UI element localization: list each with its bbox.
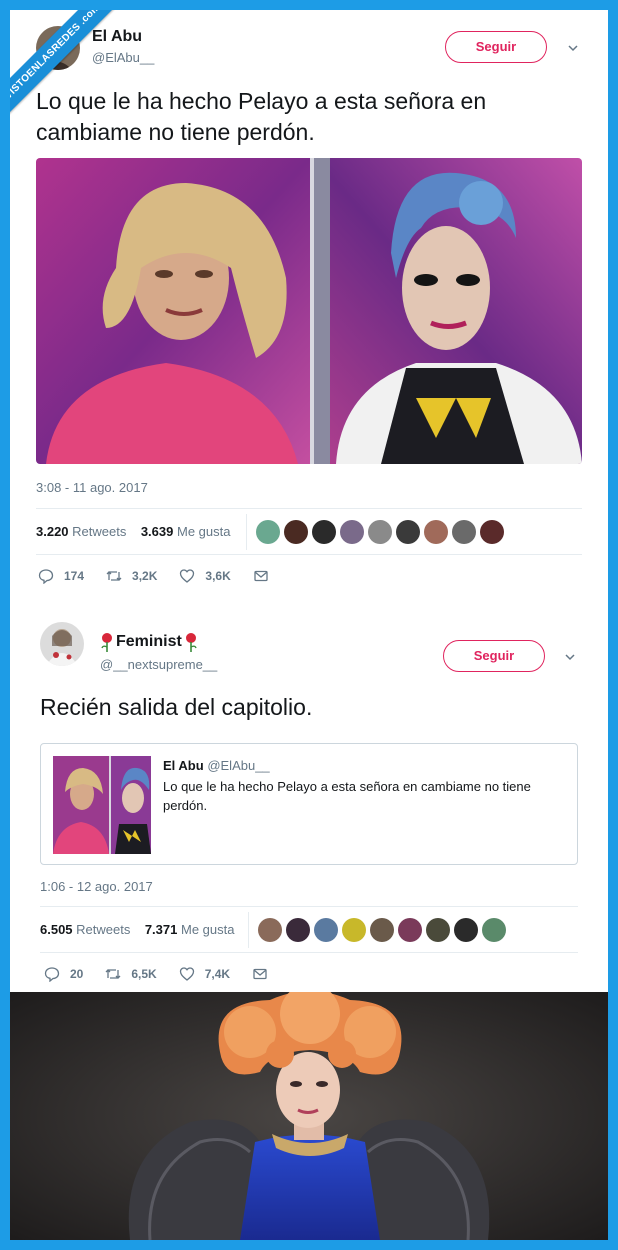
stats-separator [248,912,249,948]
user-name-row[interactable]: Feminist [100,632,198,652]
quoted-user-handle: @ElAbu__ [207,758,270,773]
liker-avatars [258,918,506,942]
retweet-button[interactable]: 3,2K [106,568,157,584]
liker-avatar[interactable] [396,520,420,544]
retweet-icon [106,571,122,581]
tweet-timestamp[interactable]: 3:08 - 11 ago. 2017 [36,480,148,495]
reply-button[interactable]: 20 [44,966,83,982]
stats-separator [246,514,247,550]
like-button[interactable]: 7,4K [179,966,230,982]
tweet-photo[interactable] [36,158,582,464]
liker-avatar[interactable] [314,918,338,942]
liker-avatar[interactable] [480,520,504,544]
follow-button[interactable]: Seguir [443,640,545,672]
avatar[interactable] [40,622,84,666]
quoted-text: Lo que le ha hecho Pelayo a esta señora … [163,779,531,813]
liker-avatar[interactable] [424,520,448,544]
retweet-icon [105,969,121,979]
liker-avatar[interactable] [370,918,394,942]
user-handle[interactable]: @__nextsupreme__ [100,657,217,672]
retweet-button[interactable]: 6,5K [105,966,157,982]
liker-avatar[interactable] [368,520,392,544]
chevron-down-icon[interactable] [563,650,577,664]
retweet-count: 6,5K [131,967,157,981]
user-name: Feminist [116,633,182,650]
retweet-count: 3,2K [132,569,158,583]
liker-avatar[interactable] [482,918,506,942]
divider [36,554,582,555]
liker-avatar[interactable] [342,918,366,942]
like-button[interactable]: 3,6K [179,568,231,584]
screenshot-sheet: VISTOENLASREDES .com El Abu @ElAbu__ Seg… [10,10,608,1240]
like-icon [179,967,194,981]
quoted-photo-image [53,756,151,854]
retweets-label: Retweets [72,524,127,539]
tweet-stats: 6.505 Retweets 7.371 Me gusta [40,922,234,937]
retweets-count: 3.220 [36,524,69,539]
bottom-photo [10,992,608,1240]
liker-avatar[interactable] [286,918,310,942]
quoted-tweet[interactable]: El Abu @ElAbu__ Lo que le ha hecho Pelay… [40,743,578,865]
watermark-text: VISTOENLASREDES .com [10,10,122,121]
retweets-stat[interactable]: 3.220 Retweets [36,524,126,539]
tweet-2: Feminist @__nextsupreme__ Seguir Recién … [10,600,608,992]
liker-avatar[interactable] [256,520,280,544]
message-icon [253,968,267,980]
quoted-user-name: El Abu [163,758,204,773]
tweet-text: Recién salida del capitolio. [40,694,313,720]
divider [40,952,578,953]
likes-stat[interactable]: 7.371 Me gusta [145,922,235,937]
divider [36,508,582,509]
divider [40,906,578,907]
tweet-actions: 174 3,2K 3,6K [38,568,301,584]
watermark-ribbon: VISTOENLASREDES .com [10,10,130,130]
reply-count: 20 [70,967,84,981]
tweet-timestamp[interactable]: 1:06 - 12 ago. 2017 [40,879,153,894]
reply-icon [38,569,54,584]
follow-button[interactable]: Seguir [445,31,547,63]
like-count: 3,6K [205,569,231,583]
like-count: 7,4K [204,967,231,981]
liker-avatar[interactable] [258,918,282,942]
reply-count: 174 [64,569,85,583]
reply-icon [44,967,60,982]
liker-avatar[interactable] [426,918,450,942]
tweet-actions: 20 6,5K 7,4K [44,966,300,982]
retweets-count: 6.505 [40,922,73,937]
message-icon [254,570,268,582]
quoted-tweet-photo [53,756,151,854]
liker-avatars [256,520,504,544]
avatar-image [40,622,84,666]
like-icon [180,569,195,583]
likes-count: 7.371 [144,922,178,937]
before-after-photo [36,158,582,464]
liker-avatar[interactable] [312,520,336,544]
likes-count: 3.639 [140,524,174,539]
likes-stat[interactable]: 3.639 Me gusta [141,524,231,539]
rose-icon [101,633,112,652]
liker-avatar[interactable] [454,918,478,942]
message-button[interactable] [252,966,278,982]
reply-button[interactable]: 174 [38,568,84,584]
likes-label: Me gusta [177,524,231,539]
costume-photo-image [10,992,608,1240]
rose-icon [185,633,197,652]
tweet-stats: 3.220 Retweets 3.639 Me gusta [36,524,230,539]
retweets-stat[interactable]: 6.505 Retweets [40,922,130,937]
likes-label: Me gusta [181,922,235,937]
chevron-down-icon[interactable] [566,41,580,55]
liker-avatar[interactable] [398,918,422,942]
liker-avatar[interactable] [340,520,364,544]
liker-avatar[interactable] [284,520,308,544]
liker-avatar[interactable] [452,520,476,544]
message-button[interactable] [253,568,279,584]
retweets-label: Retweets [76,922,131,937]
quoted-header: El Abu @ElAbu__ [163,758,270,773]
